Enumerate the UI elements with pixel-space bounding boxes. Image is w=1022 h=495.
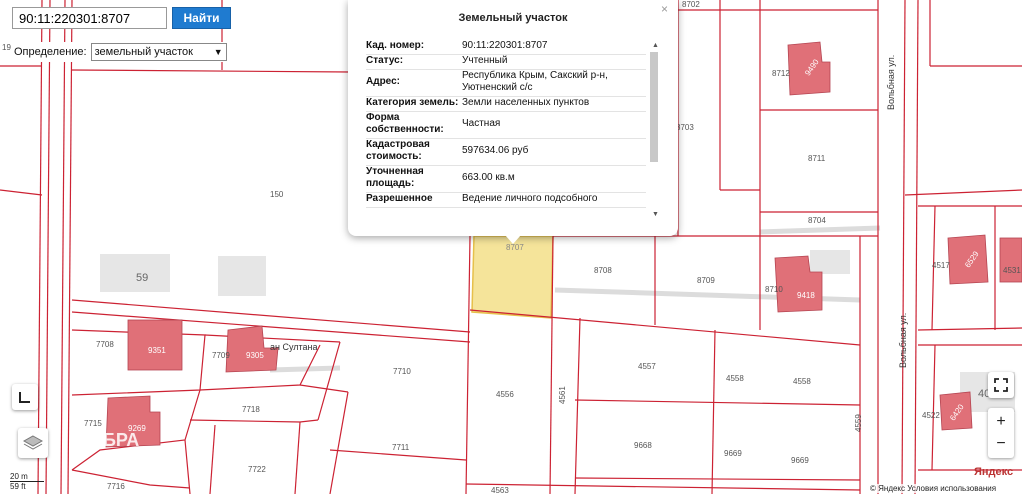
parcel-label-9418: 9418	[797, 291, 815, 300]
parcel-label-8707: 8707	[506, 243, 524, 252]
ruler-button[interactable]	[12, 384, 38, 410]
parcel-label-8709: 8709	[697, 276, 715, 285]
popup-row-key: Разрешенное	[366, 192, 462, 208]
parcel-label-7708: 7708	[96, 340, 114, 349]
parcel-label-8711: 8711	[808, 154, 826, 163]
parcel-label-8703: 8703	[676, 123, 694, 132]
street-label-volnaya-top: Вольбная ул.	[886, 54, 896, 110]
popup-row-key: Статус:	[366, 54, 462, 70]
parcel-label-7715: 7715	[84, 419, 102, 428]
popup-row: Категория земель: Земли населенных пункто…	[366, 96, 646, 112]
popup-row: Форма собственности: Частная	[366, 111, 646, 139]
popup-row: Кад. номер: 90:11:220301:8707	[366, 40, 646, 55]
parcel-label-7711: 7711	[392, 443, 410, 452]
parcel-label-4558a: 4558	[726, 374, 744, 383]
popup-row-key: Форма собственности:	[366, 111, 462, 139]
parcel-label-4531: 4531	[1003, 266, 1021, 275]
close-icon[interactable]: ×	[661, 2, 668, 16]
zoom-out-button[interactable]: −	[996, 433, 1005, 455]
zoom-in-button[interactable]: +	[996, 411, 1005, 433]
fullscreen-icon	[994, 378, 1008, 392]
scroll-down-icon[interactable]: ▼	[652, 211, 659, 218]
street-label-volnaya-bottom: Вольбная ул.	[898, 312, 908, 368]
popup-row: Разрешенное Ведение личного подсобного	[366, 192, 646, 208]
parcel-label-7710: 7710	[393, 367, 411, 376]
popup-row-key: Уточненная площадь:	[366, 165, 462, 193]
popup-row: Адрес: Республика Крым, Сакский р-н, Уютн…	[366, 69, 646, 97]
definition-label: Определение:	[14, 46, 87, 58]
definition-select[interactable]: земельный участок ▼	[90, 43, 227, 61]
search-bar: Найти	[12, 7, 231, 29]
popup-scrollbar-thumb[interactable]	[650, 52, 658, 162]
parcel-label-4557: 4557	[638, 362, 656, 371]
building-4531	[999, 237, 1022, 283]
popup-row-value: 663.00 кв.м	[462, 165, 646, 193]
scale-metric: 20 m	[10, 472, 44, 482]
fullscreen-button[interactable]	[988, 372, 1014, 398]
parcel-label-7722: 7722	[248, 465, 266, 474]
definition-bar: Определение: земельный участок ▼	[12, 42, 229, 62]
popup-row-value: Ведение личного подсобного	[462, 192, 646, 208]
scroll-up-icon[interactable]: ▲	[652, 42, 659, 49]
parcel-label-4559: 4559	[854, 414, 863, 432]
parcel-label-8708: 8708	[594, 266, 612, 275]
grey-building	[100, 254, 170, 292]
popup-row-value: Земли населенных пунктов	[462, 96, 646, 112]
popup-row-value: 90:11:220301:8707	[462, 40, 646, 55]
parcel-label-4522: 4522	[922, 411, 940, 420]
grey-building	[810, 250, 850, 274]
parcel-label-8710: 8710	[765, 285, 783, 294]
yandex-logo: Яндекс	[974, 466, 1014, 478]
popup-row-key: Кад. номер:	[366, 40, 462, 55]
popup-row-value: Учтенный	[462, 54, 646, 70]
parcel-label-150: 150	[270, 190, 284, 199]
parcel-label-8704: 8704	[808, 216, 826, 225]
popup-title: Земельный участок	[458, 12, 568, 24]
parcel-label-9305: 9305	[246, 351, 264, 360]
parcel-label-7709: 7709	[212, 351, 230, 360]
grey-building	[218, 256, 266, 296]
parcel-label-9669a: 9669	[724, 449, 742, 458]
copyright-terms-link[interactable]: © Яндекс Условия использования	[870, 484, 997, 493]
parcel-info-popup: Земельный участок × Кад. номер: 90:11:220…	[348, 0, 678, 236]
popup-row-key: Категория земель:	[366, 96, 462, 112]
popup-pointer	[505, 235, 521, 244]
street-label-sultana: ан Султана	[270, 342, 318, 352]
parcel-label-4556: 4556	[496, 390, 514, 399]
parcel-label-4558b: 4558	[793, 377, 811, 386]
popup-row-value: 597634.06 руб	[462, 138, 646, 166]
parcel-label-59: 59	[136, 272, 149, 284]
watermark: ЯБРА	[90, 430, 140, 450]
popup-row: Уточненная площадь: 663.00 кв.м	[366, 165, 646, 193]
parcel-label-4561: 4561	[558, 386, 567, 404]
parcel-label-7716: 7716	[107, 482, 125, 491]
definition-selected: земельный участок	[94, 46, 193, 58]
popup-table: Кад. номер: 90:11:220301:8707 Статус: Учтен…	[366, 40, 646, 208]
search-input[interactable]	[12, 7, 167, 29]
parcel-label-8712: 8712	[772, 69, 790, 78]
popup-row-key: Адрес:	[366, 69, 462, 97]
zoom-control: + −	[988, 408, 1014, 458]
ruler-icon	[19, 392, 30, 403]
popup-row: Статус: Учтенный	[366, 54, 646, 70]
popup-row-key: Кадастровая стоимость:	[366, 138, 462, 166]
parcel-label-9668: 9668	[634, 441, 652, 450]
scale-imperial: 59 ft	[10, 482, 26, 491]
parcel-label-8702: 8702	[682, 0, 700, 9]
chevron-down-icon: ▼	[213, 47, 223, 57]
parcel-label-9669b: 9669	[791, 456, 809, 465]
search-button[interactable]: Найти	[172, 7, 231, 29]
layers-icon	[23, 435, 43, 450]
parcel-label-7718: 7718	[242, 405, 260, 414]
parcel-label-19: 19	[2, 43, 11, 52]
parcel-label-4517: 4517	[932, 261, 950, 270]
popup-row: Кадастровая стоимость: 597634.06 руб	[366, 138, 646, 166]
popup-row-value: Частная	[462, 111, 646, 139]
layers-button[interactable]	[18, 428, 48, 458]
popup-row-value: Республика Крым, Сакский р-н, Уютненский…	[462, 69, 646, 97]
scale-bar: 20 m 59 ft	[10, 472, 44, 491]
parcel-label-9351: 9351	[148, 346, 166, 355]
building-9351	[127, 319, 183, 371]
